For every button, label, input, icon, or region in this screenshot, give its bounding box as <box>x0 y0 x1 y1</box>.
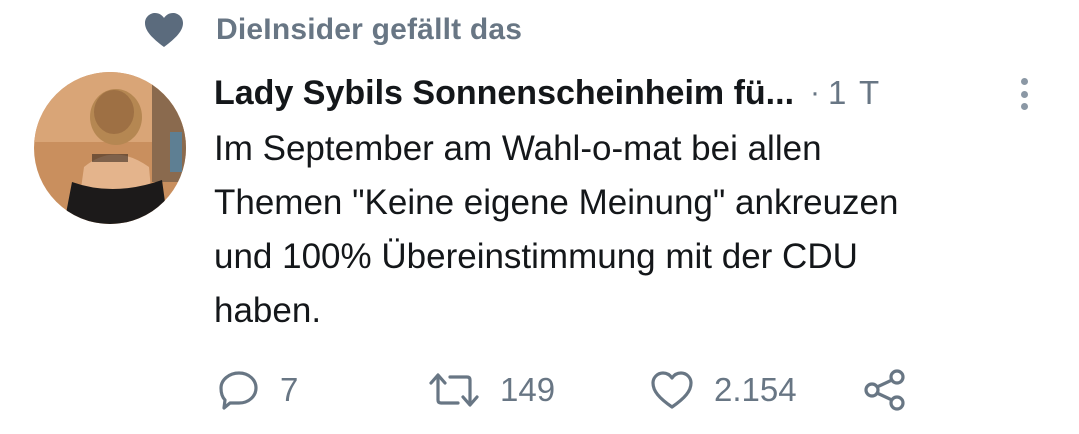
retweet-count: 149 <box>500 371 556 408</box>
more-options-icon[interactable] <box>1012 74 1036 114</box>
reply-button[interactable]: 7 <box>218 362 298 418</box>
social-context: DieInsider gefällt das <box>144 8 522 52</box>
heart-icon <box>144 12 184 48</box>
like-icon <box>650 370 694 410</box>
share-icon <box>862 367 908 413</box>
retweet-button[interactable]: 149 <box>428 362 555 418</box>
retweet-icon <box>428 370 480 410</box>
social-context-text: DieInsider gefällt das <box>216 13 523 46</box>
avatar[interactable] <box>34 72 186 224</box>
display-name[interactable]: Lady Sybils Sonnenscheinheim fü... <box>214 74 794 113</box>
timestamp[interactable]: 1 T <box>828 74 881 112</box>
share-button[interactable] <box>862 362 908 418</box>
like-button[interactable]: 2.154 <box>650 362 797 418</box>
action-bar: 7 149 2.154 <box>214 362 934 418</box>
reply-count: 7 <box>280 371 299 408</box>
reply-icon <box>218 369 260 411</box>
tweet-text: Im September am Wahl-o-mat bei allen The… <box>214 129 899 330</box>
separator-dot: · <box>810 76 821 109</box>
tweet-card[interactable]: DieInsider gefällt das Lady Sybils Sonne… <box>0 0 1079 434</box>
like-count: 2.154 <box>714 371 797 408</box>
tweet-header: Lady Sybils Sonnenscheinheim fü... · 1 T <box>214 68 1044 118</box>
